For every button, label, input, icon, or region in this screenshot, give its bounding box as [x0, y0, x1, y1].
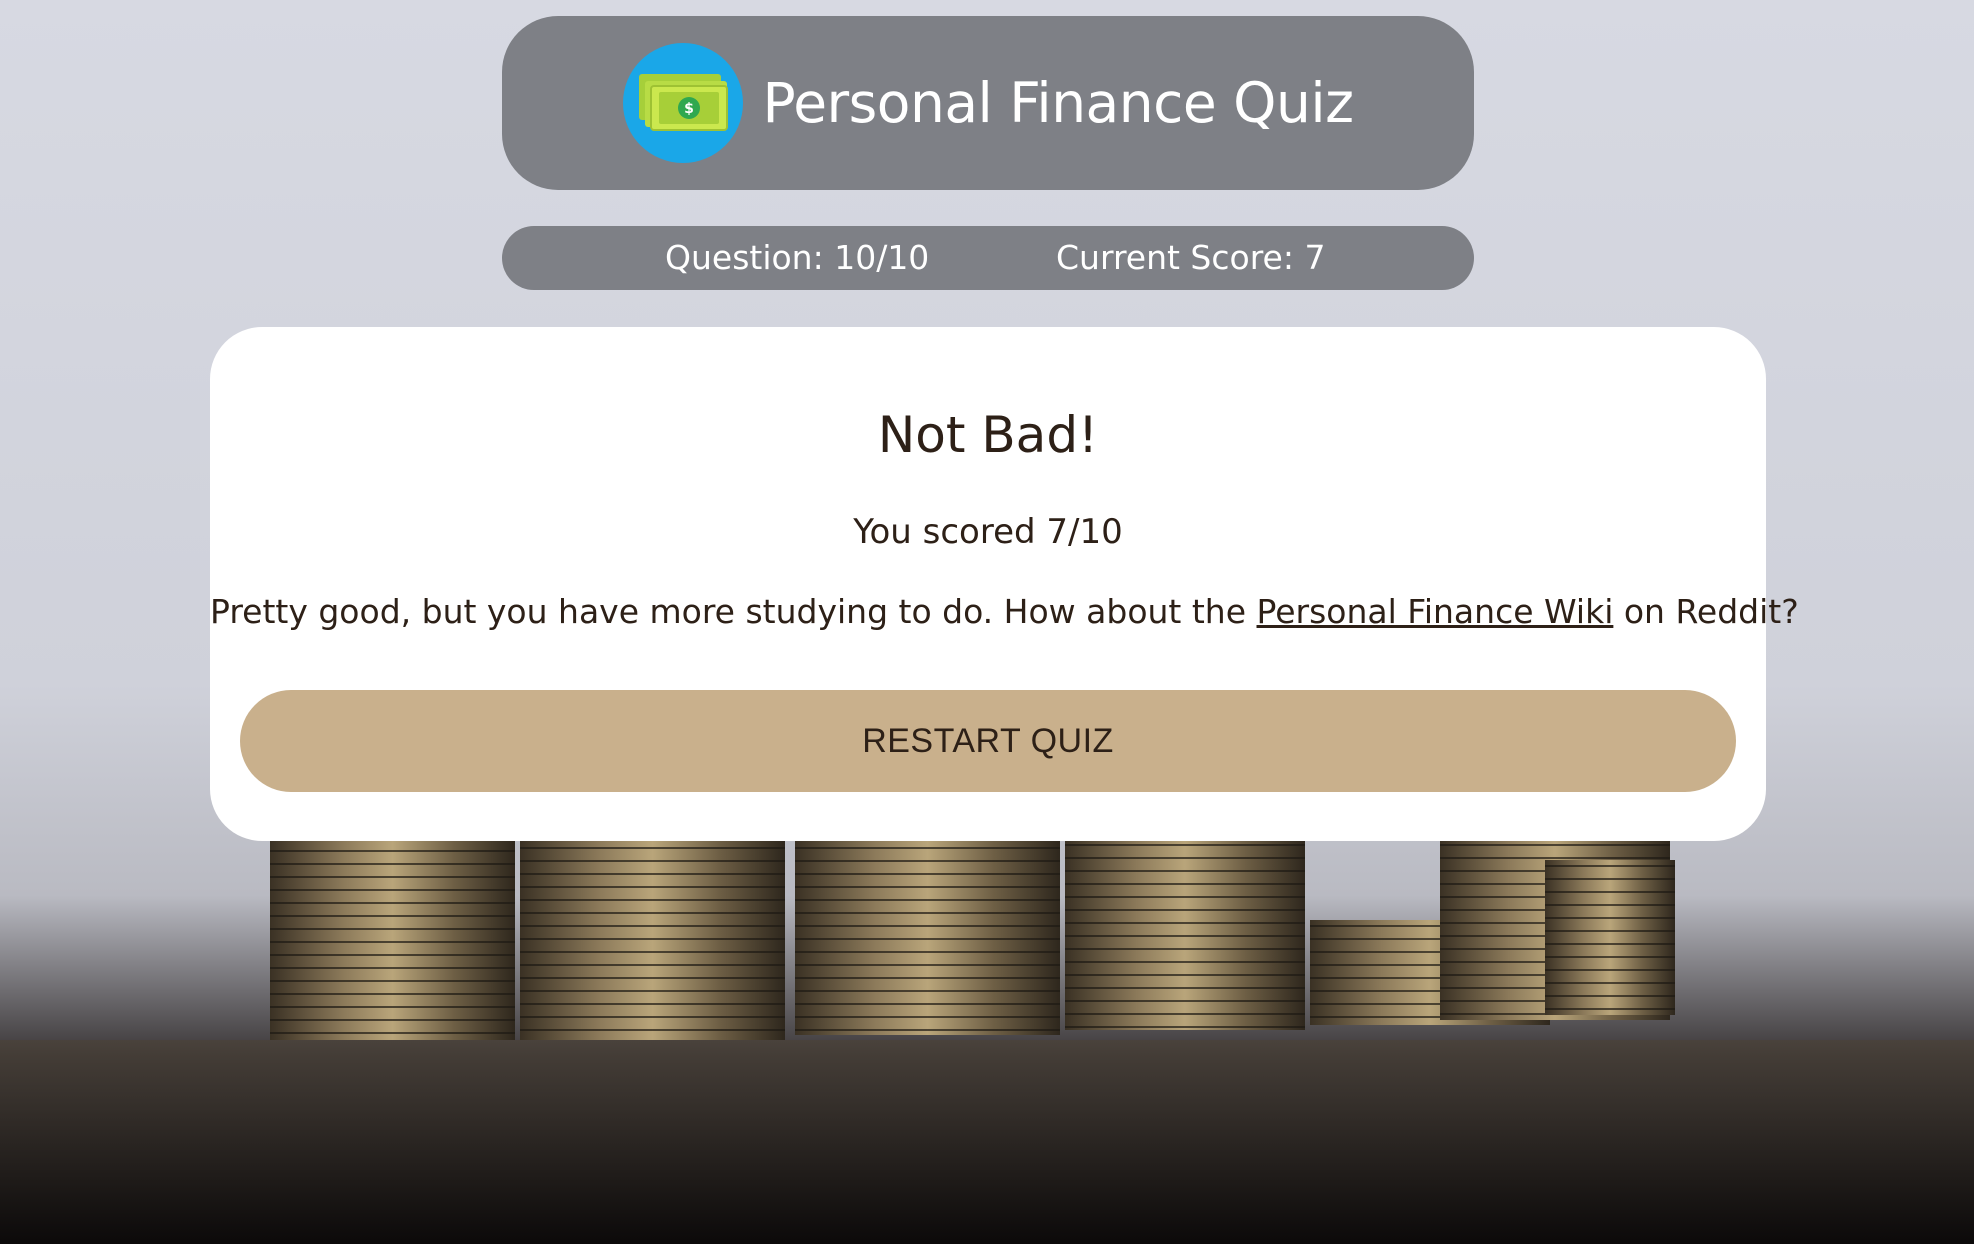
logo: $ [622, 43, 743, 163]
result-score: You scored 7/10 [853, 512, 1123, 552]
result-message: Pretty good, but you have more studying … [210, 590, 1799, 634]
message-text-before: Pretty good, but you have more studying … [210, 592, 1257, 631]
quiz-stats-bar: Question: 10/10 Current Score: 7 [502, 226, 1474, 290]
page-title: Personal Finance Quiz [762, 71, 1354, 135]
question-counter: Question: 10/10 [665, 238, 930, 277]
personal-finance-wiki-link[interactable]: Personal Finance Wiki [1257, 592, 1614, 631]
result-title: Not Bad! [877, 406, 1099, 464]
quiz-header: $ Personal Finance Quiz [502, 16, 1474, 190]
money-bills-icon: $ [638, 74, 728, 131]
current-score: Current Score: 7 [1056, 238, 1326, 277]
svg-text:$: $ [684, 101, 694, 117]
message-text-after: on Reddit? [1613, 592, 1799, 631]
restart-quiz-button[interactable]: RESTART QUIZ [240, 690, 1736, 792]
result-card: Not Bad! You scored 7/10 Pretty good, bu… [210, 327, 1799, 841]
